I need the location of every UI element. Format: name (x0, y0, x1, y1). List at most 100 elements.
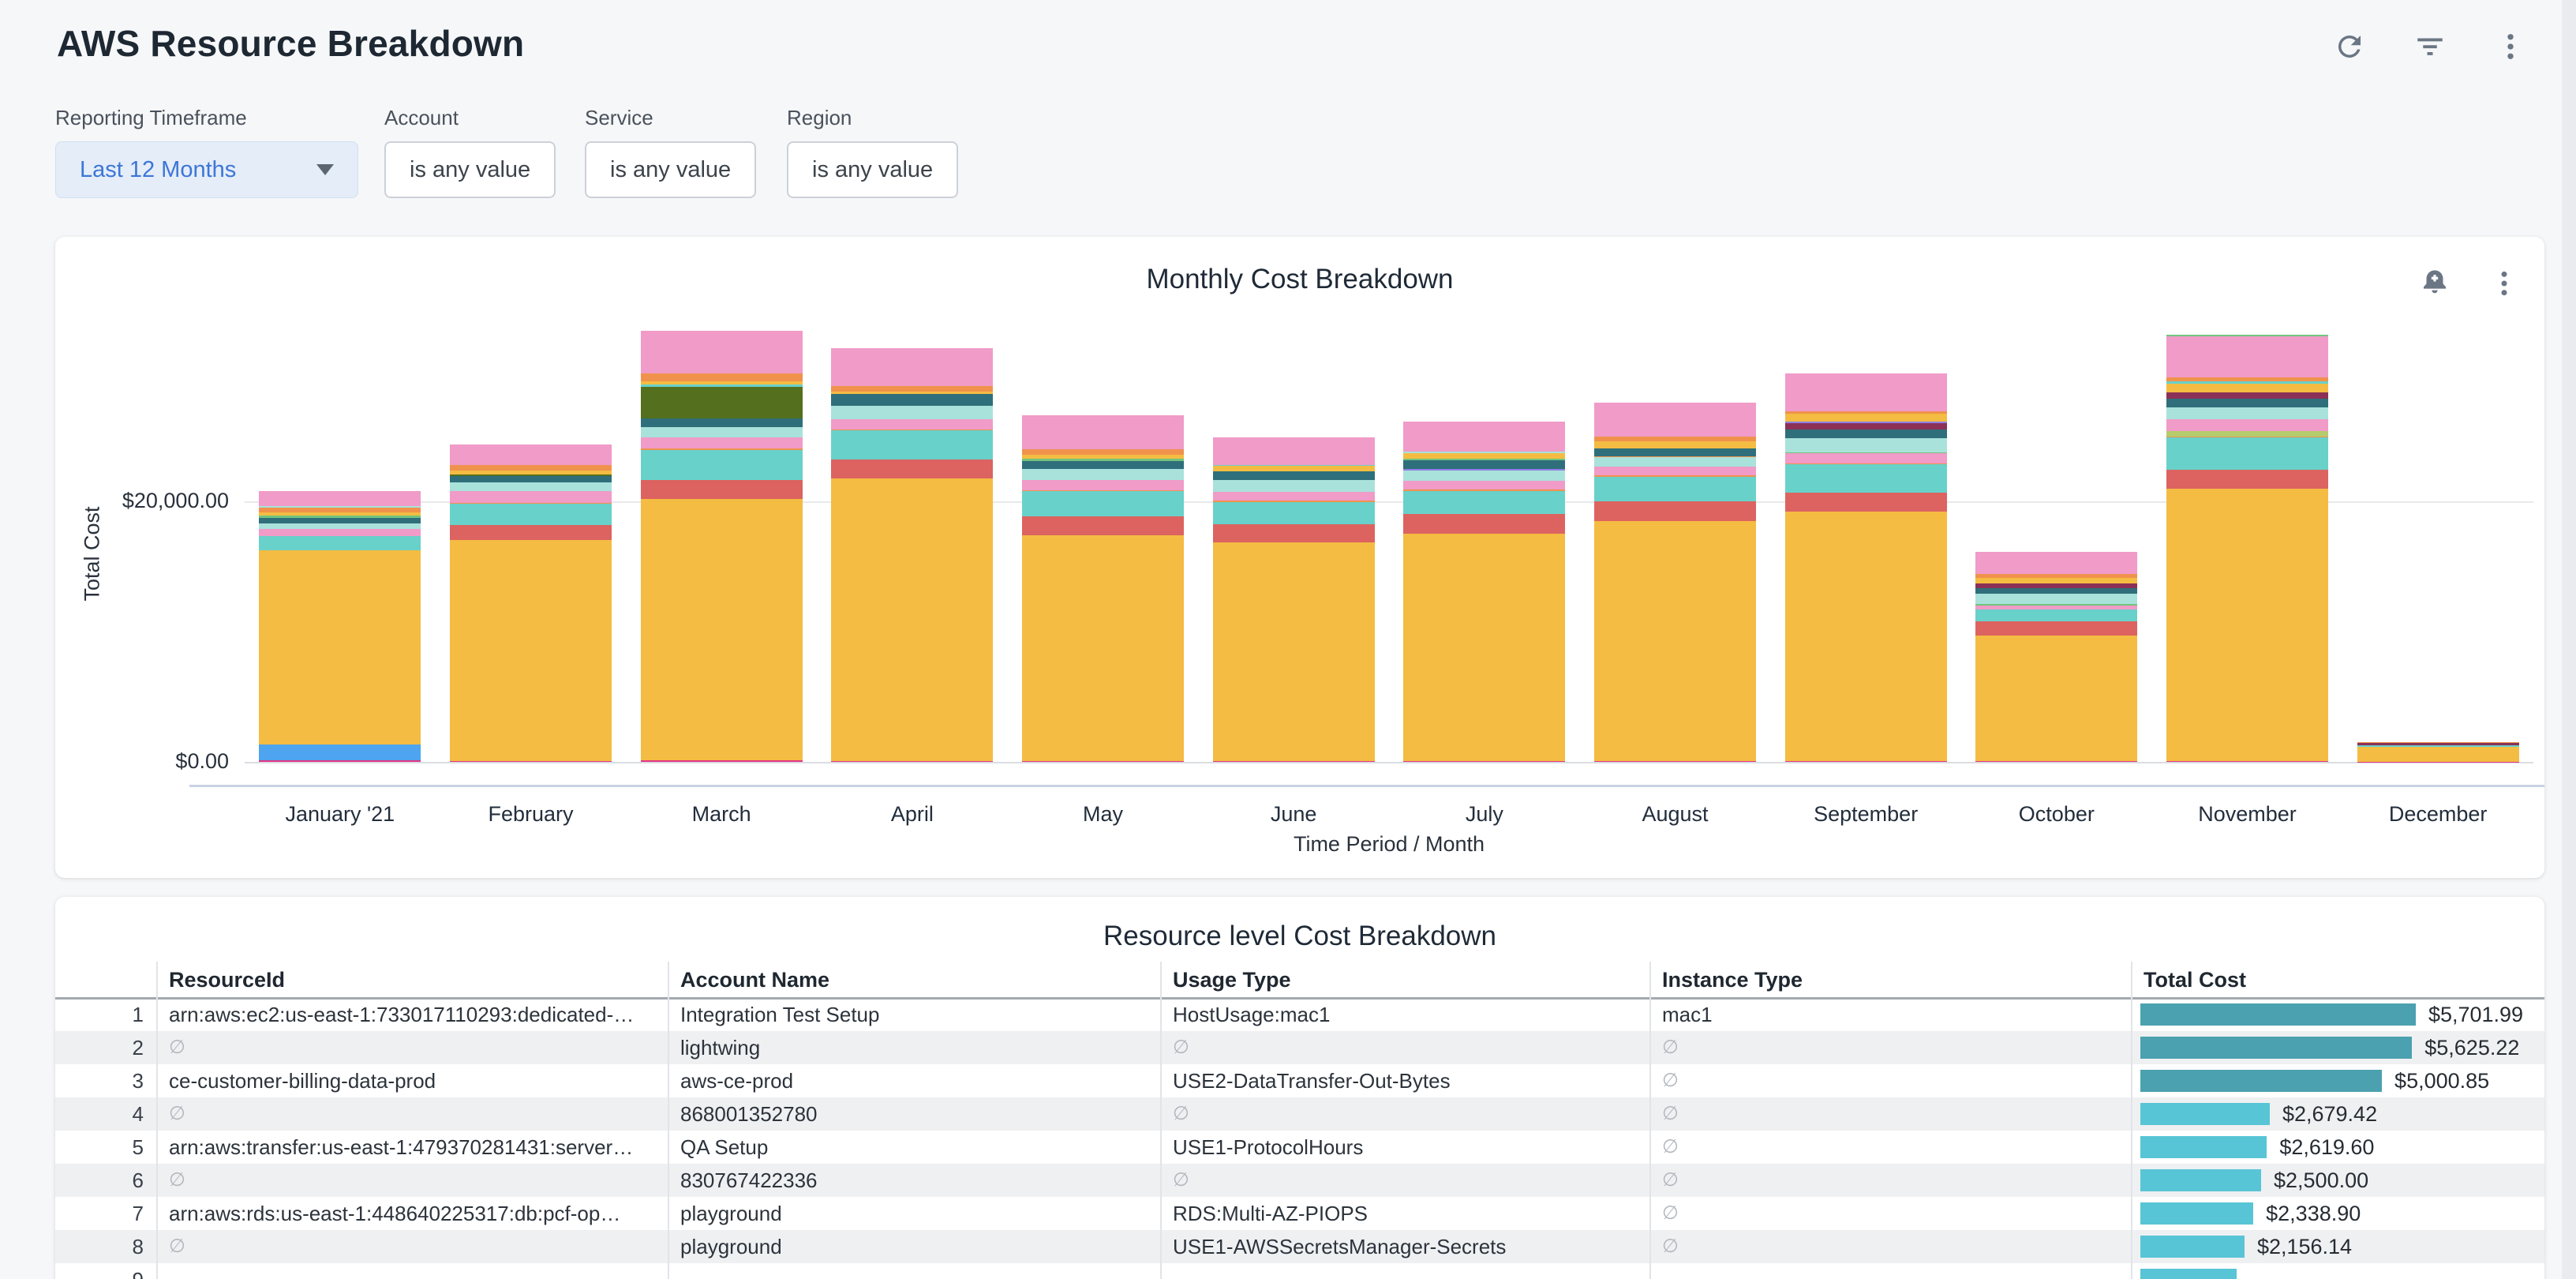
bar-segment-amber[interactable] (2166, 489, 2328, 762)
bar-April[interactable] (831, 348, 993, 762)
bar-segment-amber[interactable] (1594, 521, 1756, 761)
bar-segment-slate[interactable] (831, 394, 993, 406)
bar-segment-slate[interactable] (2166, 399, 2328, 408)
bar-segment-magenta[interactable] (1975, 761, 2137, 762)
bar-segment-magenta[interactable] (831, 761, 993, 762)
bar-segment-pink[interactable] (2166, 419, 2328, 431)
bar-segment-pink[interactable] (1213, 492, 1375, 501)
bar-segment-mint[interactable] (1403, 471, 1565, 481)
bar-segment-teal[interactable] (641, 450, 803, 480)
bar-segment-amber[interactable] (1022, 535, 1184, 760)
bar-segment-slate[interactable] (1213, 471, 1375, 480)
table-row[interactable]: 8∅playgroundUSE1-AWSSecretsManager-Secre… (55, 1230, 2544, 1263)
bar-segment-pink[interactable] (1785, 453, 1947, 463)
bar-segment-amber[interactable] (1213, 466, 1375, 471)
bar-segment-mint[interactable] (1785, 438, 1947, 452)
bar-segment-red[interactable] (1213, 524, 1375, 543)
column-header-resourceid[interactable]: ResourceId (169, 968, 285, 992)
table-row[interactable]: 4∅868001352780∅∅$2,679.42 (55, 1097, 2544, 1131)
bar-segment-magenta[interactable] (1785, 761, 1947, 762)
bar-segment-mint[interactable] (450, 482, 612, 491)
bar-segment-orange[interactable] (450, 465, 612, 471)
table-row[interactable]: 6∅830767422336∅∅$2,500.00 (55, 1164, 2544, 1197)
bar-segment-mint[interactable] (1594, 457, 1756, 467)
bar-segment-slate[interactable] (1975, 588, 2137, 594)
more-vert-icon[interactable] (2486, 265, 2522, 302)
bar-segment-pink[interactable] (831, 419, 993, 429)
table-row[interactable]: 9 (55, 1263, 2544, 1279)
bar-segment-amber[interactable] (1403, 453, 1565, 459)
bar-segment-olive[interactable] (641, 387, 803, 418)
bar-segment-red[interactable] (831, 459, 993, 478)
table-row[interactable]: 1arn:aws:ec2:us-east-1:733017110293:dedi… (55, 998, 2544, 1031)
bar-June[interactable] (1213, 437, 1375, 762)
bell-plus-icon[interactable] (2417, 265, 2453, 302)
bar-segment-maroon[interactable] (2166, 392, 2328, 398)
column-header-total-cost[interactable]: Total Cost (2144, 968, 2246, 992)
bar-segment-pink[interactable] (1022, 415, 1184, 449)
bar-segment-mint[interactable] (641, 427, 803, 437)
column-header-usage-type[interactable]: Usage Type (1173, 968, 1291, 992)
bar-segment-amber[interactable] (259, 550, 421, 745)
bar-segment-amber[interactable] (1594, 441, 1756, 448)
table-row[interactable]: 7arn:aws:rds:us-east-1:448640225317:db:p… (55, 1197, 2544, 1230)
bar-segment-lime[interactable] (2166, 431, 2328, 437)
bar-November[interactable] (2166, 335, 2328, 762)
bar-segment-magenta[interactable] (1403, 761, 1565, 762)
bar-segment-pink[interactable] (1594, 403, 1756, 437)
bar-segment-teal[interactable] (2166, 437, 2328, 470)
bar-February[interactable] (450, 444, 612, 763)
bar-segment-red[interactable] (1785, 493, 1947, 512)
table-row[interactable]: 3ce-customer-billing-data-prodaws-ce-pro… (55, 1064, 2544, 1097)
bar-segment-slate[interactable] (1022, 461, 1184, 469)
bar-May[interactable] (1022, 415, 1184, 762)
bar-segment-pink[interactable] (1785, 373, 1947, 411)
bar-segment-amber[interactable] (1975, 578, 2137, 583)
bar-segment-mint[interactable] (831, 406, 993, 419)
bar-segment-maroon[interactable] (1785, 423, 1947, 429)
bar-segment-red[interactable] (1022, 516, 1184, 536)
bar-January '21[interactable] (259, 491, 421, 762)
bar-segment-red[interactable] (2166, 470, 2328, 488)
bar-segment-amber[interactable] (1403, 534, 1565, 761)
bar-segment-amber[interactable] (2357, 747, 2519, 762)
table-row[interactable]: 5arn:aws:transfer:us-east-1:479370281431… (55, 1131, 2544, 1164)
bar-segment-magenta[interactable] (450, 761, 612, 762)
scrollbar[interactable] (2562, 0, 2576, 1279)
bar-segment-mint[interactable] (259, 523, 421, 529)
bar-segment-mint[interactable] (1975, 594, 2137, 604)
region-filter-button[interactable]: is any value (787, 141, 958, 198)
more-vert-icon[interactable] (2492, 28, 2529, 65)
bar-segment-teal[interactable] (1213, 502, 1375, 524)
bar-segment-magenta[interactable] (259, 760, 421, 762)
bar-segment-pink[interactable] (450, 491, 612, 504)
bar-segment-teal[interactable] (1975, 609, 2137, 621)
bar-segment-pink[interactable] (259, 529, 421, 535)
bar-August[interactable] (1594, 403, 1756, 762)
timeframe-dropdown[interactable]: Last 12 Months (55, 141, 358, 198)
bar-segment-orange[interactable] (831, 386, 993, 392)
bar-segment-blue[interactable] (259, 745, 421, 760)
bar-segment-orange[interactable] (641, 373, 803, 381)
bar-segment-pink[interactable] (1975, 552, 2137, 574)
bar-segment-pink[interactable] (1213, 437, 1375, 465)
bar-segment-teal[interactable] (1594, 477, 1756, 501)
bar-segment-amber[interactable] (1785, 414, 1947, 422)
bar-segment-mint[interactable] (2166, 407, 2328, 419)
bar-segment-pink[interactable] (831, 348, 993, 386)
bar-segment-teal[interactable] (1403, 491, 1565, 515)
column-header-instance-type[interactable]: Instance Type (1662, 968, 1803, 992)
bar-segment-amber[interactable] (831, 478, 993, 761)
bar-segment-mint[interactable] (1022, 469, 1184, 481)
bar-segment-slate[interactable] (259, 518, 421, 524)
bar-segment-red[interactable] (1594, 501, 1756, 521)
column-header-account-name[interactable]: Account Name (680, 968, 829, 992)
bar-segment-red[interactable] (450, 525, 612, 541)
bar-segment-orange[interactable] (1594, 437, 1756, 442)
bar-October[interactable] (1975, 552, 2137, 762)
bar-segment-slate[interactable] (641, 418, 803, 427)
table-row[interactable]: 2∅lightwing∅∅$5,625.22 (55, 1031, 2544, 1064)
bar-segment-teal[interactable] (1022, 491, 1184, 516)
bar-segment-magenta[interactable] (2166, 761, 2328, 762)
refresh-icon[interactable] (2331, 28, 2368, 65)
